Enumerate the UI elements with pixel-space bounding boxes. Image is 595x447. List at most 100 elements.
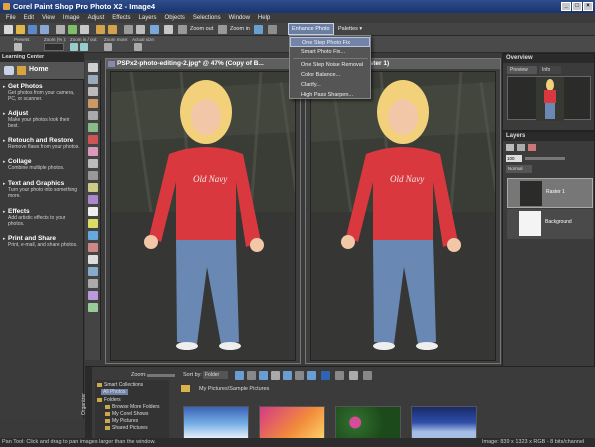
warp-brush-icon[interactable] — [88, 291, 98, 300]
menu-help[interactable]: Help — [254, 13, 274, 23]
straighten-icon[interactable] — [254, 25, 263, 34]
minimize-button[interactable]: _ — [561, 2, 571, 11]
tree-shared-pictures[interactable]: Shared Pictures — [105, 425, 148, 431]
selection-tool-icon[interactable] — [88, 87, 98, 96]
new-layer-icon[interactable] — [506, 144, 514, 151]
zoom-in-icon[interactable] — [218, 25, 227, 34]
zoom-tool-icon[interactable] — [14, 43, 22, 51]
pan-tool-icon[interactable] — [88, 63, 98, 72]
tab-preview[interactable]: Preview — [507, 66, 537, 74]
photo-canvas-right[interactable]: Old Navy — [310, 71, 496, 361]
tree-folders[interactable]: Folders — [97, 397, 121, 403]
organizer-action-icon[interactable] — [335, 371, 344, 380]
tree-my-pictures[interactable]: My Pictures — [105, 418, 138, 424]
scan-icon[interactable] — [68, 25, 77, 34]
enhance-photo-button[interactable]: Enhance Photo ▾ — [288, 23, 334, 42]
color-replacer-icon[interactable] — [88, 243, 98, 252]
thumbnail-winter[interactable] — [411, 406, 477, 439]
shape-tool-icon[interactable] — [88, 267, 98, 276]
organizer-action-icon[interactable] — [295, 371, 304, 380]
zoom-more-icon[interactable] — [104, 43, 112, 51]
tree-smart-collections[interactable]: Smart Collections — [97, 382, 143, 388]
menu-view[interactable]: View — [38, 13, 59, 23]
tree-browse-more[interactable]: Browse More Folders — [105, 404, 160, 410]
smudge-tool-icon[interactable] — [88, 195, 98, 204]
blend-mode-select[interactable]: Normal — [506, 165, 532, 173]
cut-icon[interactable] — [124, 25, 133, 34]
menu-item-clarify[interactable]: Clarify... — [290, 80, 370, 90]
lc-section-print-share[interactable]: ▸ Print and Share Print, e-mail, and sha… — [3, 235, 81, 248]
text-tool-icon[interactable] — [88, 255, 98, 264]
duplicate-layer-icon[interactable] — [517, 144, 525, 151]
new-file-icon[interactable] — [4, 25, 13, 34]
menu-edit[interactable]: Edit — [20, 13, 38, 23]
menu-image[interactable]: Image — [59, 13, 84, 23]
palettes-button[interactable]: Palettes ▾ — [335, 23, 367, 35]
print-icon[interactable] — [56, 25, 65, 34]
copy-icon[interactable] — [80, 25, 89, 34]
menu-selections[interactable]: Selections — [189, 13, 225, 23]
straighten-tool-icon[interactable] — [88, 123, 98, 132]
layer-row-raster-1[interactable]: Raster 1 — [507, 178, 593, 208]
lc-section-adjust[interactable]: ▸ Adjust Make your photos look their bes… — [3, 110, 81, 129]
sort-by-select[interactable]: Folder — [203, 371, 228, 379]
opacity-slider[interactable] — [525, 157, 565, 160]
layer-row-background[interactable]: Background — [507, 209, 593, 239]
organizer-action-icon[interactable] — [349, 371, 358, 380]
tab-info[interactable]: Info — [539, 66, 561, 74]
clone-tool-icon[interactable] — [88, 159, 98, 168]
dropper-tool-icon[interactable] — [88, 99, 98, 108]
overview-thumbnail[interactable] — [507, 76, 591, 121]
menu-window[interactable]: Window — [225, 13, 254, 23]
lc-section-collage[interactable]: ▸ Collage Combine multiple photos. — [3, 158, 81, 171]
organizer-action-icon[interactable] — [283, 371, 292, 380]
zoom-plus-icon[interactable] — [70, 43, 78, 51]
flood-fill-icon[interactable] — [88, 231, 98, 240]
menu-item-noise-removal[interactable]: One Step Noise Removal — [290, 60, 370, 70]
organizer-action-icon[interactable] — [235, 371, 244, 380]
menu-item-high-pass-sharpen[interactable]: High Pass Sharpen... — [290, 90, 370, 100]
organizer-action-icon[interactable] — [307, 371, 316, 380]
menu-adjust[interactable]: Adjust — [84, 13, 109, 23]
eraser-tool-icon[interactable] — [88, 207, 98, 216]
menu-layers[interactable]: Layers — [135, 13, 161, 23]
browse-icon[interactable] — [28, 25, 37, 34]
menu-effects[interactable]: Effects — [108, 13, 134, 23]
menu-item-color-balance[interactable]: Color Balance... — [290, 70, 370, 80]
maximize-button[interactable]: □ — [572, 2, 582, 11]
photo-canvas-left[interactable]: Old Navy — [110, 71, 296, 361]
tree-all-photos[interactable]: All Photos — [101, 389, 128, 395]
organizer-action-icon[interactable] — [259, 371, 268, 380]
makeover-tool-icon[interactable] — [88, 147, 98, 156]
help-icon[interactable] — [150, 25, 159, 34]
organizer-action-icon[interactable] — [363, 371, 372, 380]
paint-brush-icon[interactable] — [88, 219, 98, 228]
menu-item-smart-photo-fix[interactable]: Smart Photo Fix... — [290, 47, 370, 57]
zoom-minus-icon[interactable] — [80, 43, 88, 51]
back-icon[interactable] — [4, 66, 14, 75]
menu-objects[interactable]: Objects — [161, 13, 189, 23]
scratch-remover-icon[interactable] — [88, 171, 98, 180]
pick-tool-icon[interactable] — [88, 75, 98, 84]
open-folder-icon[interactable] — [16, 25, 25, 34]
zoom-in-button[interactable]: Zoom in — [228, 24, 252, 35]
menu-file[interactable]: File — [2, 13, 20, 23]
organizer-action-icon[interactable] — [271, 371, 280, 380]
pen-tool-icon[interactable] — [88, 279, 98, 288]
crop-tool-icon[interactable] — [88, 111, 98, 120]
menu-item-one-step-photo-fix[interactable]: One Step Photo Fix — [290, 37, 370, 47]
zoom-out-icon[interactable] — [178, 25, 187, 34]
paste-icon[interactable] — [136, 25, 145, 34]
lc-section-effects[interactable]: ▸ Effects Add artistic effects to your p… — [3, 208, 81, 227]
thumbnail-sunset[interactable] — [259, 406, 325, 439]
zoom-slider[interactable] — [147, 374, 175, 377]
redo-icon[interactable] — [108, 25, 117, 34]
actual-size-icon[interactable] — [134, 43, 142, 51]
picture-tube-icon[interactable] — [88, 303, 98, 312]
save-icon[interactable] — [40, 25, 49, 34]
thumbnail-blue-hills[interactable] — [183, 406, 249, 439]
info-icon[interactable] — [321, 371, 330, 380]
delete-layer-icon[interactable] — [528, 144, 536, 151]
red-eye-tool-icon[interactable] — [88, 135, 98, 144]
script-icon[interactable] — [268, 25, 277, 34]
